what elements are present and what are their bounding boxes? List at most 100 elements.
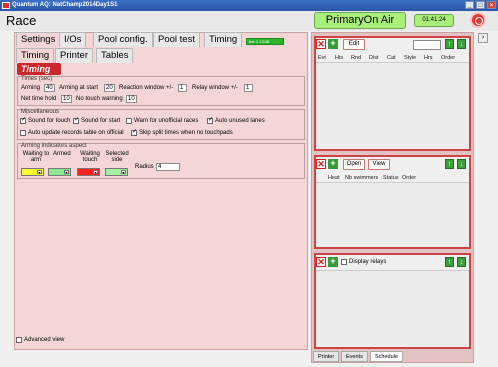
relays-table[interactable] — [316, 270, 469, 347]
no-touch-input[interactable]: 10 — [126, 95, 137, 103]
col-header[interactable]: Cat — [387, 55, 396, 61]
armed-color-picker[interactable]: ▾ — [48, 168, 71, 176]
open-button[interactable]: Open — [343, 159, 365, 170]
group-title: Miscellaneous — [21, 109, 60, 115]
col-header[interactable]: Style — [404, 55, 416, 61]
sound-touch-checkbox[interactable] — [20, 116, 26, 124]
minimize-button[interactable]: _ — [465, 1, 474, 9]
maximize-button[interactable]: □ — [476, 1, 485, 9]
chevron-down-icon: ▾ — [64, 170, 69, 175]
sound-touch-label: Sound for touch — [28, 118, 71, 124]
relay-window-label: Relay window +/- — [192, 85, 238, 91]
subtab-timing[interactable]: Timing — [16, 48, 55, 63]
auto-unused-label: Auto unused lanes — [215, 118, 265, 124]
race-title: Race — [6, 13, 37, 28]
close-button[interactable]: × — [487, 1, 496, 9]
arming-start-input[interactable]: 20 — [104, 84, 115, 92]
radius-input[interactable]: 4 — [156, 163, 180, 171]
arming-input[interactable]: 40 — [44, 84, 55, 92]
primary-on-air-badge: PrimaryOn Air — [314, 12, 406, 29]
window-title: Quantum AQ: NatChamp2014Day1S1 — [12, 2, 118, 8]
tab-pool-test[interactable]: Pool test — [153, 32, 200, 47]
subtab-printer[interactable]: Printer — [55, 48, 93, 63]
radius-label: Radius — [135, 164, 154, 170]
section-title: Timing — [17, 63, 61, 75]
tab-events[interactable]: Events — [341, 351, 368, 362]
selected-color-picker[interactable]: ▾ — [105, 168, 128, 176]
arrow-down-icon[interactable]: ↓ — [457, 257, 466, 267]
add-icon[interactable]: + — [328, 39, 338, 49]
col-header[interactable]: Heat — [328, 175, 340, 181]
col-header[interactable]: Evt — [318, 55, 326, 61]
progress-indicator: bar 1 13:45 — [246, 38, 284, 45]
group-title: Arming indicators aspect — [21, 143, 87, 149]
warn-unofficial-checkbox[interactable] — [126, 118, 132, 124]
col-header[interactable]: Order — [441, 55, 455, 61]
window-titlebar: Quantum AQ: NatChamp2014Day1S1 _ □ × — [0, 0, 498, 11]
col-header[interactable]: Dist — [369, 55, 378, 61]
sound-start-label: Sound for start — [81, 118, 121, 124]
arrow-up-icon[interactable]: ↑ — [445, 159, 454, 169]
add-icon[interactable]: + — [328, 257, 338, 267]
view-button[interactable]: View — [368, 159, 390, 170]
armed-label: Armed — [53, 151, 71, 157]
add-icon[interactable]: + — [328, 159, 338, 169]
edit-button[interactable]: Edit — [343, 39, 365, 50]
net-time-label: Net time hold — [21, 96, 57, 102]
touch-color-picker[interactable]: ▾ — [77, 168, 100, 176]
auto-update-checkbox[interactable] — [20, 130, 26, 136]
arrow-down-icon[interactable]: ↓ — [457, 159, 466, 169]
reaction-label: Reaction window +/- — [119, 85, 174, 91]
net-time-input[interactable]: 10 — [61, 95, 72, 103]
delete-icon[interactable]: ✕ — [316, 39, 326, 49]
waiting-color-picker[interactable]: ▾ — [21, 168, 44, 176]
display-relays-checkbox[interactable] — [341, 259, 347, 265]
skip-split-checkbox[interactable] — [131, 128, 137, 136]
chevron-down-icon: ▾ — [37, 170, 42, 175]
chevron-down-icon: ▾ — [93, 170, 98, 175]
reaction-input[interactable]: 1 — [178, 84, 187, 92]
advanced-view-checkbox[interactable] — [16, 337, 22, 343]
relay-window-input[interactable]: 1 — [244, 84, 253, 92]
subtab-tables[interactable]: Tables — [96, 48, 134, 63]
events-table[interactable] — [316, 62, 469, 149]
tab-settings[interactable]: Settings — [16, 32, 61, 47]
warn-unofficial-label: Warn for unofficial races — [134, 118, 199, 124]
app-icon — [2, 2, 10, 9]
col-header[interactable]: Order — [402, 175, 416, 181]
arming-label: Arming — [21, 85, 41, 91]
quantum-logo-icon[interactable] — [470, 12, 486, 28]
sound-start-checkbox[interactable] — [73, 116, 79, 124]
delete-icon[interactable]: ✕ — [316, 159, 326, 169]
col-header[interactable]: Nb swimmers — [345, 175, 378, 181]
advanced-view-label: Advanced view — [24, 337, 65, 343]
col-header[interactable]: Hts — [335, 55, 343, 61]
col-header[interactable]: Hrs — [424, 55, 433, 61]
tab-schedule[interactable]: Schedule — [370, 351, 403, 362]
no-touch-label: No touch warning — [76, 96, 123, 102]
arrow-up-icon[interactable]: ↑ — [445, 257, 454, 267]
group-title: Times (sec) — [21, 76, 53, 82]
selected-side-label: Selected side — [105, 151, 129, 163]
heats-table[interactable] — [316, 182, 469, 247]
chevron-right-icon[interactable]: › — [478, 33, 488, 43]
arrow-up-icon[interactable]: ↑ — [445, 39, 454, 49]
auto-unused-checkbox[interactable] — [207, 116, 213, 124]
tab-pool-config[interactable]: Pool config. — [93, 32, 153, 47]
chevron-down-icon: ▾ — [121, 170, 126, 175]
waiting-touch-label: Waiting touch — [80, 151, 100, 163]
tab-printer[interactable]: Printer — [313, 351, 340, 362]
events-search-input[interactable] — [413, 40, 441, 50]
skip-split-label: Skip split times when no touchpads — [139, 130, 233, 136]
arrow-down-icon[interactable]: ↓ — [457, 39, 466, 49]
display-relays-label: Display relays — [349, 259, 387, 265]
waiting-arm-label: Waiting to arm — [22, 151, 50, 163]
col-header[interactable]: Status — [383, 175, 399, 181]
arming-start-label: Arming at start — [59, 85, 99, 91]
tab-timing-main[interactable]: Timing — [204, 32, 243, 47]
tab-ios[interactable]: I/Os — [59, 32, 87, 47]
auto-update-label: Auto update records table on official — [28, 130, 124, 136]
clock: 01:41:24 — [414, 14, 454, 27]
delete-icon[interactable]: ✕ — [316, 257, 326, 267]
col-header[interactable]: Rnd — [351, 55, 361, 61]
